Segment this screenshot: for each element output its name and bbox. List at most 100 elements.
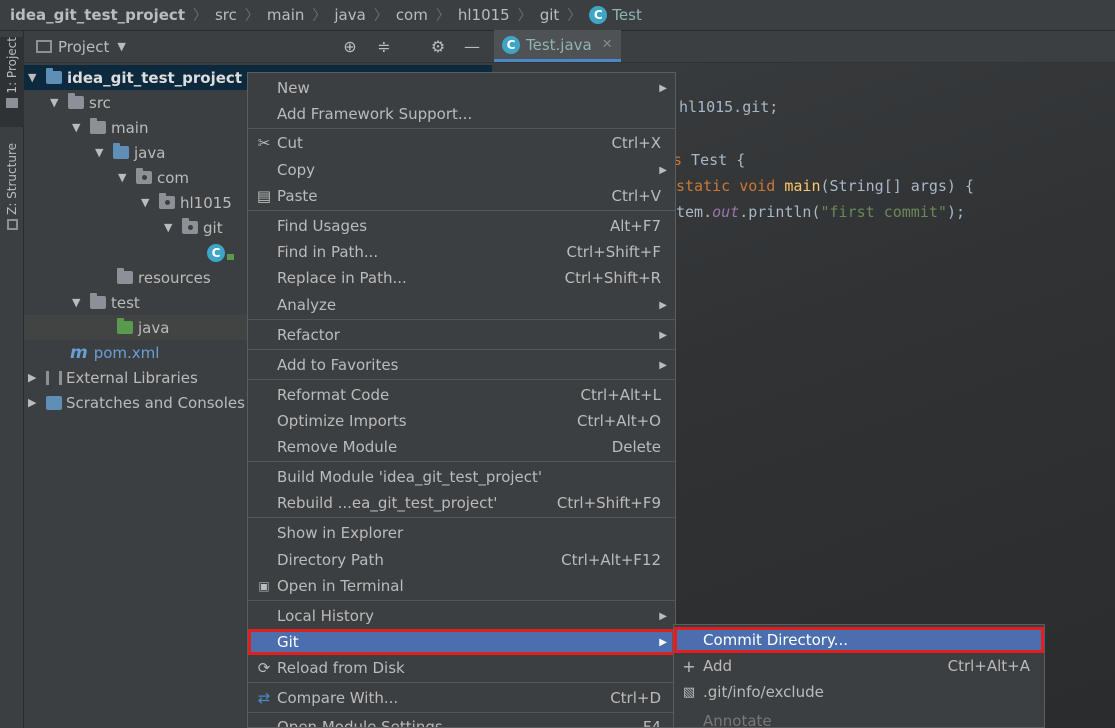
resources-folder-icon	[117, 268, 133, 284]
tree-item-label: src	[89, 93, 111, 112]
project-panel-title[interactable]: Project	[58, 38, 109, 56]
collapse-all-icon[interactable]: ≑	[374, 37, 394, 56]
code-function: main	[784, 177, 821, 195]
java-class-icon: C	[502, 35, 520, 54]
menu-item-reload-from-disk[interactable]: ⟳ Reload from Disk	[248, 655, 675, 681]
close-icon[interactable]: ✕	[602, 37, 613, 52]
code-text: (String[] args) {	[820, 177, 975, 195]
menu-item-find-in-path[interactable]: Find in Path... Ctrl+Shift+F	[248, 239, 675, 265]
submenu-arrow-icon: ▶	[659, 359, 667, 371]
menu-item-cut[interactable]: ✂ Cut Ctrl+X	[248, 130, 675, 156]
project-tool-tab[interactable]: 1: Project	[0, 37, 24, 127]
editor-tab-test-java[interactable]: C Test.java ✕	[494, 30, 621, 62]
scissors-icon: ✂	[257, 134, 271, 152]
compare-icon: ⇄	[257, 689, 271, 707]
tree-item-label: Scratches and Consoles	[66, 393, 245, 412]
submenu-item-git-exclude[interactable]: ▧ .git/info/exclude	[674, 679, 1044, 705]
breadcrumb-separator-icon: 〉	[244, 8, 259, 24]
breadcrumb-hl1015[interactable]: hl1015	[458, 6, 510, 24]
menu-item-label: Local History	[277, 607, 375, 625]
breadcrumb-project[interactable]: idea_git_test_project	[10, 6, 185, 24]
menu-item-show-in-explorer[interactable]: Show in Explorer	[248, 520, 675, 546]
menu-item-copy[interactable]: Copy ▶	[248, 157, 675, 183]
structure-tool-tab[interactable]: Z: Structure	[0, 143, 24, 243]
tree-item-label: git	[203, 218, 223, 237]
submenu-item-commit-directory[interactable]: Commit Directory...	[674, 627, 1044, 653]
menu-item-paste[interactable]: ▤ Paste Ctrl+V	[248, 183, 675, 209]
breadcrumb-separator-icon: 〉	[567, 8, 582, 24]
breadcrumb-main[interactable]: main	[267, 6, 304, 24]
breadcrumb-test-class[interactable]: C Test	[589, 6, 642, 24]
menu-item-label: Open Module Settings	[277, 718, 443, 728]
menu-separator	[248, 712, 675, 713]
maven-icon: m	[70, 342, 88, 363]
menu-item-git[interactable]: Git ▶	[248, 629, 675, 655]
java-class-icon: C	[207, 243, 225, 262]
menu-item-local-history[interactable]: Local History ▶	[248, 603, 675, 629]
menu-item-add-to-favorites[interactable]: Add to Favorites ▶	[248, 352, 675, 378]
expand-arrow-icon[interactable]: ▼	[95, 146, 109, 159]
expand-arrow-icon[interactable]: ▼	[118, 171, 132, 184]
expand-arrow-icon[interactable]: ▼	[164, 221, 178, 234]
menu-item-open-in-terminal[interactable]: ▣ Open in Terminal	[248, 573, 675, 599]
lock-icon	[227, 253, 234, 260]
menu-separator	[248, 379, 675, 380]
menu-item-add-framework-support[interactable]: Add Framework Support...	[248, 101, 675, 127]
menu-item-label: Paste	[277, 187, 318, 205]
gear-icon[interactable]: ⚙	[428, 37, 448, 56]
menu-item-analyze[interactable]: Analyze ▶	[248, 292, 675, 318]
code-text: hl1015.git;	[679, 98, 779, 116]
expand-arrow-icon[interactable]: ▼	[141, 196, 155, 209]
breadcrumb-com[interactable]: com	[396, 6, 428, 24]
expand-arrow-icon[interactable]: ▼	[28, 71, 42, 84]
tree-item-label: main	[111, 118, 149, 137]
menu-item-open-module-settings[interactable]: Open Module Settings F4	[248, 714, 675, 728]
breadcrumb-separator-icon: 〉	[435, 8, 450, 24]
minimize-icon[interactable]: —	[462, 37, 482, 56]
menu-item-refactor[interactable]: Refactor ▶	[248, 322, 675, 348]
menu-item-build-module[interactable]: Build Module 'idea_git_test_project'	[248, 464, 675, 490]
menu-item-label: New	[277, 79, 310, 97]
menu-item-label: Reformat Code	[277, 386, 390, 404]
submenu-item-annotate: Annotate	[674, 708, 1044, 728]
menu-item-shortcut: Ctrl+D	[610, 689, 661, 707]
code-line-package: hl1015.git;	[679, 98, 778, 116]
menu-item-find-usages[interactable]: Find Usages Alt+F7	[248, 213, 675, 239]
project-tool-tab-label: 1: Project	[5, 37, 19, 94]
expand-arrow-icon[interactable]: ▶	[28, 371, 42, 384]
menu-separator	[248, 461, 675, 462]
menu-item-remove-module[interactable]: Remove Module Delete	[248, 434, 675, 460]
menu-item-rebuild[interactable]: Rebuild ...ea_git_test_project' Ctrl+Shif…	[248, 490, 675, 516]
expand-arrow-icon[interactable]: ▼	[72, 296, 86, 309]
menu-item-replace-in-path[interactable]: Replace in Path... Ctrl+Shift+R	[248, 265, 675, 291]
folder-icon	[90, 118, 106, 134]
locate-icon[interactable]: ⊕	[340, 37, 360, 56]
library-icon	[46, 370, 62, 385]
menu-item-label: Find in Path...	[277, 243, 379, 261]
git-submenu: Commit Directory... + Add Ctrl+Alt+A ▧ .git…	[673, 624, 1045, 728]
code-line-class: s Test {	[673, 151, 745, 169]
breadcrumb-separator-icon: 〉	[312, 8, 327, 24]
clipboard-icon: ▤	[256, 187, 272, 205]
tree-item-label: idea_git_test_project	[67, 68, 242, 87]
breadcrumb-src[interactable]: src	[215, 6, 237, 24]
menu-item-label: Refactor	[277, 326, 340, 344]
menu-item-optimize-imports[interactable]: Optimize Imports Ctrl+Alt+O	[248, 408, 675, 434]
submenu-item-add[interactable]: + Add Ctrl+Alt+A	[674, 653, 1044, 679]
menu-item-compare-with[interactable]: ⇄ Compare With... Ctrl+D	[248, 685, 675, 711]
expand-arrow-icon[interactable]: ▶	[28, 396, 42, 409]
breadcrumb-java[interactable]: java	[334, 6, 365, 24]
code-line-println: tem.out.println("first commit");	[676, 203, 965, 221]
breadcrumb-separator-icon: 〉	[373, 8, 388, 24]
expand-arrow-icon[interactable]: ▼	[50, 96, 64, 109]
plus-icon: +	[682, 656, 696, 676]
tree-item-label: java	[138, 318, 170, 337]
chevron-down-icon[interactable]: ▼	[117, 40, 125, 53]
menu-item-directory-path[interactable]: Directory Path Ctrl+Alt+F12	[248, 547, 675, 573]
menu-item-reformat-code[interactable]: Reformat Code Ctrl+Alt+L	[248, 382, 675, 408]
menu-item-new[interactable]: New ▶	[248, 75, 675, 101]
folder-icon	[90, 293, 106, 309]
code-line-main: static void main(String[] args) {	[676, 177, 974, 195]
breadcrumb-git[interactable]: git	[540, 6, 560, 24]
expand-arrow-icon[interactable]: ▼	[72, 121, 86, 134]
